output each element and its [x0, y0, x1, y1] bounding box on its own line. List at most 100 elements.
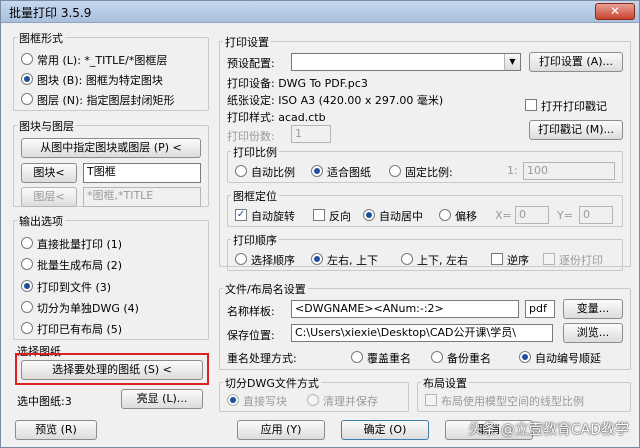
variable-button[interactable]: 变量...: [563, 299, 623, 319]
radio-select-order[interactable]: [235, 253, 247, 265]
radio-layer[interactable]: [21, 93, 33, 105]
rename-label: 重名处理方式:: [227, 352, 297, 365]
radio-normal[interactable]: [21, 53, 33, 65]
block-name-input[interactable]: T图框: [83, 163, 201, 183]
paper-text: 纸张设定: ISO A3 (420.00 x 297.00 毫米): [227, 94, 444, 107]
save-path-input[interactable]: C:\Users\xiexie\Desktop\CAD公开课\学员\: [291, 324, 553, 342]
reverse-checkbox[interactable]: [313, 209, 325, 221]
stamp-button[interactable]: 打印戳记 (M)...: [529, 120, 623, 140]
radio-direct-print[interactable]: [21, 237, 33, 249]
radio-write-block-label: 直接写块: [243, 395, 287, 408]
ok-button[interactable]: 确定 (O): [341, 420, 429, 440]
radio-left-right-label: 左右, 上下: [327, 254, 378, 267]
extension-input[interactable]: pdf: [525, 300, 555, 318]
radio-auto-scale[interactable]: [235, 165, 247, 177]
radio-split-dwg[interactable]: [21, 301, 33, 313]
radio-block[interactable]: [21, 73, 33, 85]
offset-y-label: Y=: [557, 209, 573, 222]
radio-auto-center-label: 自动居中: [379, 210, 423, 223]
layout-title: 布局设置: [421, 375, 469, 391]
block-layer-title: 图块与图层: [17, 118, 76, 134]
print-setup-button[interactable]: 打印设置 (A)...: [529, 52, 623, 72]
preset-select[interactable]: ▼: [291, 53, 521, 71]
layer-name-input[interactable]: *图框,*TITLE: [83, 187, 201, 207]
preset-label: 预设配置:: [227, 57, 275, 70]
layer-pick-button[interactable]: 图层<: [21, 187, 77, 207]
select-sheets-button[interactable]: 选择要处理的图纸 (S) <: [21, 360, 203, 380]
radio-print-to-file-label: 打印到文件 (3): [37, 281, 112, 294]
radio-split-dwg-label: 切分为单独DWG (4): [37, 302, 139, 315]
stamp-checkbox-label: 打开打印戳记: [541, 100, 607, 113]
order-title: 打印顺序: [231, 232, 279, 248]
radio-top-bottom[interactable]: [401, 253, 413, 265]
stamp-checkbox[interactable]: [525, 99, 537, 111]
radio-gen-layout[interactable]: [21, 258, 33, 270]
radio-layer-label: 图层 (N): 指定图层封闭矩形: [37, 94, 175, 107]
scale-ratio-label: 1:: [507, 164, 518, 177]
radio-auto-center[interactable]: [363, 209, 375, 221]
radio-print-existing[interactable]: [21, 322, 33, 334]
auto-rotate-checkbox[interactable]: ✓: [235, 209, 247, 221]
radio-gen-layout-label: 批量生成布局 (2): [37, 259, 123, 272]
radio-overwrite-label: 覆盖重名: [367, 352, 411, 365]
style-text: 打印样式: acad.ctb: [227, 111, 326, 124]
radio-overwrite[interactable]: [351, 351, 363, 363]
radio-block-label: 图块 (B): 图框为特定图块: [37, 74, 163, 87]
reverse-order-checkbox[interactable]: [491, 253, 503, 265]
radio-print-existing-label: 打印已有布局 (5): [37, 323, 123, 336]
window-title: 批量打印 3.5.9: [9, 6, 92, 20]
radio-left-right[interactable]: [311, 253, 323, 265]
scale-title: 打印比例: [231, 144, 279, 160]
browse-button[interactable]: 浏览...: [563, 323, 623, 343]
device-text: 打印设备: DWG To PDF.pc3: [227, 77, 368, 90]
preview-button[interactable]: 预览 (R): [15, 420, 97, 440]
layout-linetype-label: 布局使用模型空间的线型比例: [441, 395, 584, 408]
batch-print-window: 批量打印 3.5.9 ✕ 图框形式 常用 (L): *_TITLE/*图框层 图…: [0, 0, 640, 448]
radio-offset[interactable]: [439, 209, 451, 221]
output-options-title: 输出选项: [17, 213, 65, 229]
radio-offset-label: 偏移: [455, 210, 477, 223]
offset-x-input[interactable]: 0: [515, 206, 549, 224]
split-title: 切分DWG文件方式: [223, 375, 321, 391]
radio-write-block[interactable]: [227, 394, 239, 406]
pick-block-layer-button[interactable]: 从图中指定图块或图层 (P) <: [21, 138, 201, 158]
radio-top-bottom-label: 上下, 左右: [417, 254, 468, 267]
collate-label: 逐份打印: [559, 254, 603, 267]
radio-auto-scale-label: 自动比例: [251, 166, 295, 179]
radio-purge-save-label: 清理并保存: [323, 395, 378, 408]
offset-y-input[interactable]: 0: [579, 206, 613, 224]
radio-select-order-label: 选择顺序: [251, 254, 295, 267]
filename-title: 文件/布局名设置: [223, 281, 308, 297]
copies-label: 打印份数:: [227, 130, 275, 143]
name-template-label: 名称样板:: [227, 305, 275, 318]
close-button[interactable]: ✕: [595, 3, 635, 20]
highlight-button[interactable]: 亮显 (L)...: [121, 389, 203, 409]
title-bar: 批量打印 3.5.9 ✕: [1, 1, 639, 23]
radio-fit-paper[interactable]: [311, 165, 323, 177]
save-path-label: 保存位置:: [227, 329, 275, 342]
radio-fit-paper-label: 适合图纸: [327, 166, 371, 179]
radio-purge-save[interactable]: [307, 394, 319, 406]
print-settings-title: 打印设置: [223, 34, 271, 50]
radio-print-to-file[interactable]: [21, 280, 33, 292]
copies-input[interactable]: 1: [291, 125, 331, 143]
block-pick-button[interactable]: 图块<: [21, 163, 77, 183]
radio-normal-label: 常用 (L): *_TITLE/*图框层: [37, 54, 168, 67]
radio-fixed-scale[interactable]: [389, 165, 401, 177]
reverse-order-label: 逆序: [507, 254, 529, 267]
radio-direct-print-label: 直接批量打印 (1): [37, 238, 123, 251]
radio-auto-number-label: 自动编号顺延: [535, 352, 601, 365]
name-template-input[interactable]: <DWGNAME><ANum:-:2>: [291, 300, 519, 318]
radio-backup-label: 备份重名: [447, 352, 491, 365]
reverse-label: 反向: [329, 210, 351, 223]
position-title: 图框定位: [231, 188, 279, 204]
radio-auto-number[interactable]: [519, 351, 531, 363]
collate-checkbox[interactable]: [543, 253, 555, 265]
chevron-down-icon: ▼: [504, 54, 520, 70]
apply-button[interactable]: 应用 (Y): [237, 420, 325, 440]
scale-input[interactable]: 100: [523, 162, 615, 180]
layout-linetype-checkbox[interactable]: [425, 394, 437, 406]
auto-rotate-label: 自动旋转: [251, 210, 295, 223]
radio-backup[interactable]: [431, 351, 443, 363]
radio-fixed-scale-label: 固定比例:: [405, 166, 453, 179]
